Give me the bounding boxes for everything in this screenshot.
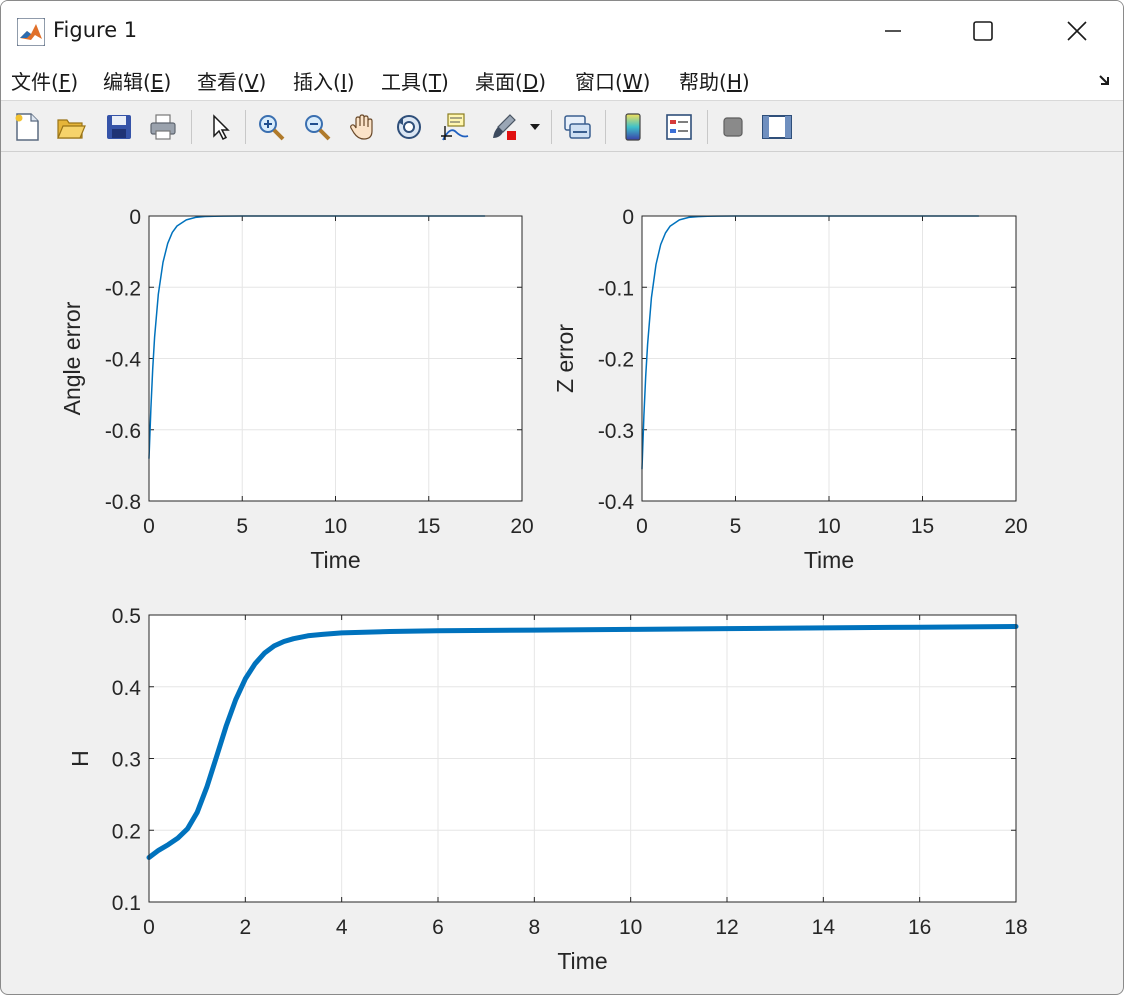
axes-z-error: 0 5 10 15 20 -0.4 -0.3 -0.2 -0.1 0 Time Z error bbox=[552, 206, 1028, 573]
y-axis-label: Angle error bbox=[59, 301, 85, 415]
y-axis-label: H bbox=[67, 750, 93, 767]
y-tick-label: -0.8 bbox=[105, 491, 141, 514]
x-tick-label: 5 bbox=[730, 515, 742, 538]
y-tick-label: 0.5 bbox=[112, 605, 141, 628]
y-tick-label: 0.1 bbox=[112, 892, 141, 915]
x-tick-label: 10 bbox=[619, 916, 642, 939]
x-tick-label: 10 bbox=[324, 515, 347, 538]
x-tick-label: 20 bbox=[1004, 515, 1027, 538]
y-tick-label: -0.1 bbox=[598, 277, 634, 300]
x-tick-label: 0 bbox=[143, 515, 155, 538]
y-tick-label: -0.2 bbox=[598, 349, 634, 372]
x-tick-label: 15 bbox=[417, 515, 440, 538]
y-axis-label: Z error bbox=[552, 324, 578, 393]
x-tick-label: 20 bbox=[510, 515, 533, 538]
y-tick-label: -0.4 bbox=[105, 349, 142, 372]
x-tick-label: 18 bbox=[1004, 916, 1027, 939]
y-tick-label: -0.4 bbox=[598, 491, 635, 514]
x-tick-label: 8 bbox=[528, 916, 540, 939]
x-tick-label: 5 bbox=[236, 515, 248, 538]
y-tick-label: -0.3 bbox=[598, 420, 634, 443]
axes-h: 0 2 4 6 8 10 12 14 16 18 0.1 0.2 0.3 0.4 0.5 Time H bbox=[67, 605, 1028, 974]
x-tick-label: 14 bbox=[812, 916, 836, 939]
y-tick-label: -0.2 bbox=[105, 277, 141, 300]
figure-canvas: 0 5 10 15 20-0.8-0.6-0.4-0.20TimeAngle error… bbox=[59, 206, 1028, 974]
x-tick-label: 0 bbox=[636, 515, 648, 538]
y-tick-label: 0.2 bbox=[112, 820, 141, 843]
x-axis-label: Time bbox=[804, 547, 854, 573]
axes-angle-error: 0 5 10 15 20 -0.8 -0.6 -0.4 -0.2 0 Time Angle error bbox=[59, 206, 534, 573]
y-tick-label: 0 bbox=[622, 206, 634, 229]
x-axis-label: Time bbox=[310, 547, 360, 573]
x-tick-label: 6 bbox=[432, 916, 444, 939]
y-tick-label: 0.4 bbox=[112, 677, 142, 700]
x-tick-label: 2 bbox=[239, 916, 251, 939]
y-tick-label: 0.3 bbox=[112, 749, 141, 772]
x-tick-label: 0 bbox=[143, 916, 155, 939]
x-tick-label: 12 bbox=[715, 916, 738, 939]
x-tick-label: 10 bbox=[817, 515, 840, 538]
x-tick-label: 16 bbox=[908, 916, 931, 939]
y-tick-label: 0 bbox=[129, 206, 141, 229]
x-tick-label: 4 bbox=[336, 916, 348, 939]
x-tick-label: 15 bbox=[911, 515, 934, 538]
x-axis-label: Time bbox=[557, 948, 607, 974]
figure-window: Figure 1 文件(F) 编辑(E) 查看(V) 插入(I) 工具(T) 桌… bbox=[0, 0, 1124, 995]
y-tick-label: -0.6 bbox=[105, 420, 141, 443]
